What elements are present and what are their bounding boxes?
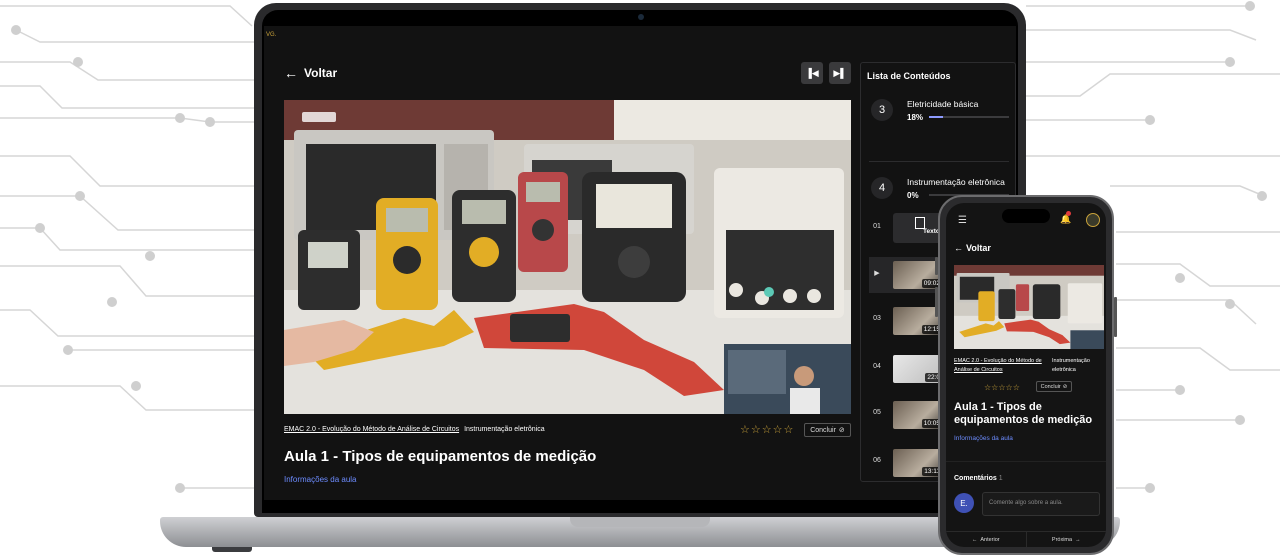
breadcrumb: EMAC 2.0 - Evolução do Método de Análise…	[284, 426, 545, 433]
laptop-camera-notch	[600, 10, 682, 26]
desktop-screen: VG. ← Voltar ▐◀ ▶▌ EMAC 2.0 - Evolução d…	[264, 26, 1016, 500]
lesson-number: 01	[873, 223, 881, 230]
star-icon[interactable]: ☆	[991, 383, 998, 392]
phone-lesson-title: Aula 1 - Tipos de equipamentos de mediçã…	[954, 401, 1093, 427]
arrow-right-icon: →	[1075, 536, 1081, 543]
next-label: Próxima	[1051, 536, 1073, 543]
star-icon[interactable]: ☆	[1013, 383, 1020, 392]
phone-module-name: Instrumentação eletrônica	[1052, 358, 1090, 374]
phone-screen: ☰ 🔔 ← Voltar EMAC 2.0 - Evolução do Méto…	[946, 203, 1106, 547]
complete-label: Concluir	[810, 426, 836, 434]
star-icon[interactable]: ☆	[998, 383, 1005, 392]
star-icon[interactable]: ☆	[740, 425, 750, 436]
arrow-left-icon: ←	[954, 243, 963, 253]
laptop-foot	[212, 547, 252, 552]
module-number: 3	[871, 99, 893, 121]
star-icon[interactable]: ☆	[984, 383, 991, 392]
phone-lesson-info-link[interactable]: Informações da aula	[954, 435, 1013, 442]
back-label: Voltar	[304, 66, 338, 80]
comments-heading: Comentários 1	[954, 475, 1003, 482]
star-icon[interactable]: ☆	[762, 425, 772, 436]
phone-side-button	[935, 257, 938, 275]
star-icon[interactable]: ☆	[773, 425, 783, 436]
phone-complete-label: Concluir	[1040, 383, 1061, 390]
phone-rating-stars[interactable]: ☆ ☆ ☆ ☆ ☆	[984, 383, 1020, 392]
user-avatar[interactable]	[1086, 213, 1100, 227]
module-number: 4	[871, 177, 893, 199]
phone-divider	[946, 461, 1106, 462]
skip-previous-icon: ▐◀	[805, 67, 819, 78]
lesson-thumbnail: 13:11	[893, 449, 943, 477]
lesson-number: 06	[873, 457, 881, 464]
comments-label: Comentários	[954, 475, 997, 482]
module-name: Eletricidade básica	[907, 99, 979, 109]
sidebar-divider	[869, 161, 1009, 162]
previous-lesson-button[interactable]: ▐◀	[801, 62, 823, 84]
phone-frame: ☰ 🔔 ← Voltar EMAC 2.0 - Evolução do Méto…	[935, 195, 1117, 555]
module-progress-label: 0%	[907, 191, 919, 200]
phone-video-player[interactable]	[954, 265, 1104, 349]
video-frame-illustration	[284, 100, 851, 414]
rating-stars[interactable]: ☆ ☆ ☆ ☆ ☆	[740, 425, 793, 436]
next-lesson-link[interactable]: Próxima →	[1025, 532, 1107, 547]
phone-complete-button[interactable]: Concluir ⊘	[1036, 381, 1072, 392]
phone-back-label: Voltar	[966, 243, 991, 253]
phone-back-button[interactable]: ← Voltar	[954, 243, 991, 253]
play-icon: ▶	[874, 270, 880, 277]
check-circle-icon: ⊘	[838, 427, 845, 434]
previous-label: Anterior	[980, 536, 1000, 543]
lesson-number: 03	[873, 315, 881, 322]
commenter-avatar: E.	[954, 493, 974, 513]
lesson-number: 05	[873, 409, 881, 416]
lesson-number: 04	[873, 363, 881, 370]
video-player[interactable]	[284, 100, 851, 414]
phone-side-button	[935, 287, 938, 317]
module-name: Instrumentação eletrônica	[907, 177, 1005, 187]
lesson-thumbnail: 22:0	[893, 355, 943, 383]
next-lesson-button[interactable]: ▶▌	[829, 62, 851, 84]
lesson-title: Aula 1 - Tipos de equipamentos de mediçã…	[284, 448, 597, 465]
laptop-groove	[570, 517, 710, 527]
phone-dynamic-island	[1002, 209, 1050, 223]
phone-video-illustration	[954, 265, 1104, 349]
lesson-info-link[interactable]: Informações da aula	[284, 475, 357, 484]
previous-lesson-link[interactable]: ← Anterior	[946, 532, 1026, 547]
module-progress-label: 18%	[907, 113, 924, 122]
comment-input[interactable]: Comente algo sobre a aula.	[982, 492, 1100, 516]
star-icon[interactable]: ☆	[751, 425, 761, 436]
star-icon[interactable]: ☆	[784, 425, 794, 436]
check-circle-icon: ⊘	[1062, 383, 1068, 390]
hamburger-menu-icon[interactable]: ☰	[958, 215, 967, 226]
complete-lesson-button[interactable]: Concluir ⊘	[804, 423, 851, 437]
arrow-left-icon: ←	[284, 65, 298, 81]
back-button[interactable]: ← Voltar	[284, 65, 337, 81]
course-link[interactable]: EMAC 2.0 - Evolução do Método de Análise…	[284, 426, 459, 433]
sidebar-title: Lista de Conteúdos	[867, 71, 951, 81]
notification-badge	[1066, 211, 1071, 216]
module-name: Instrumentação eletrônica	[464, 426, 545, 433]
skip-next-icon: ▶▌	[833, 67, 847, 78]
comments-count: 1	[998, 475, 1003, 482]
brand-logo: VG.	[266, 32, 277, 38]
phone-course-link[interactable]: EMAC 2.0 - Evolução do Método de Análise…	[954, 357, 1046, 376]
module-progress-fill	[929, 116, 944, 118]
arrow-left-icon: ←	[971, 536, 978, 543]
phone-side-button	[1114, 297, 1117, 337]
lesson-thumbnail: 10:05	[893, 401, 943, 429]
sidebar-module[interactable]: 3 Eletricidade básica 18%	[871, 95, 1011, 135]
camera-icon	[638, 14, 644, 20]
module-progress-bar	[929, 116, 1009, 118]
phone-lesson-footer: ← Anterior Próxima →	[946, 531, 1106, 547]
star-icon[interactable]: ☆	[1006, 383, 1013, 392]
